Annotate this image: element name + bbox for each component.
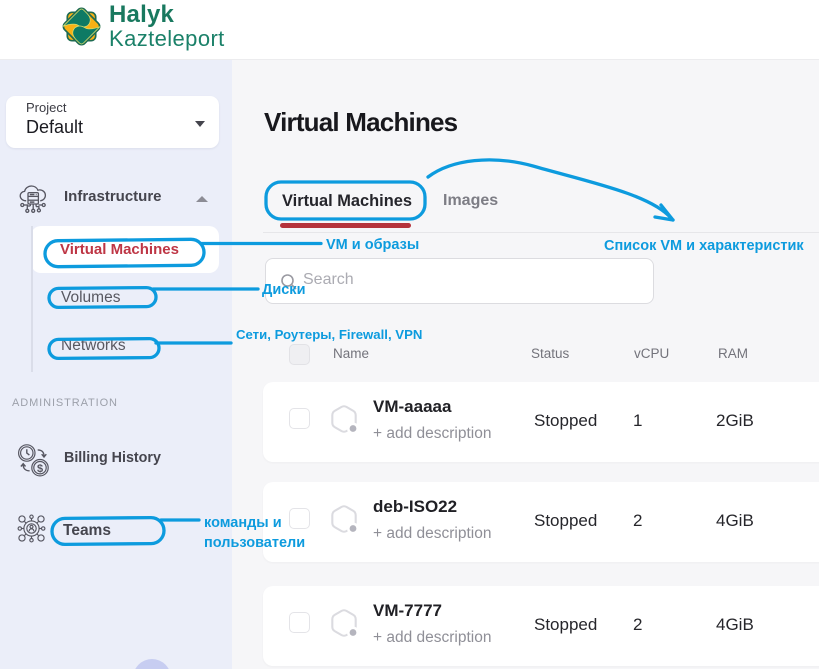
svg-text:$: $ <box>37 463 43 475</box>
